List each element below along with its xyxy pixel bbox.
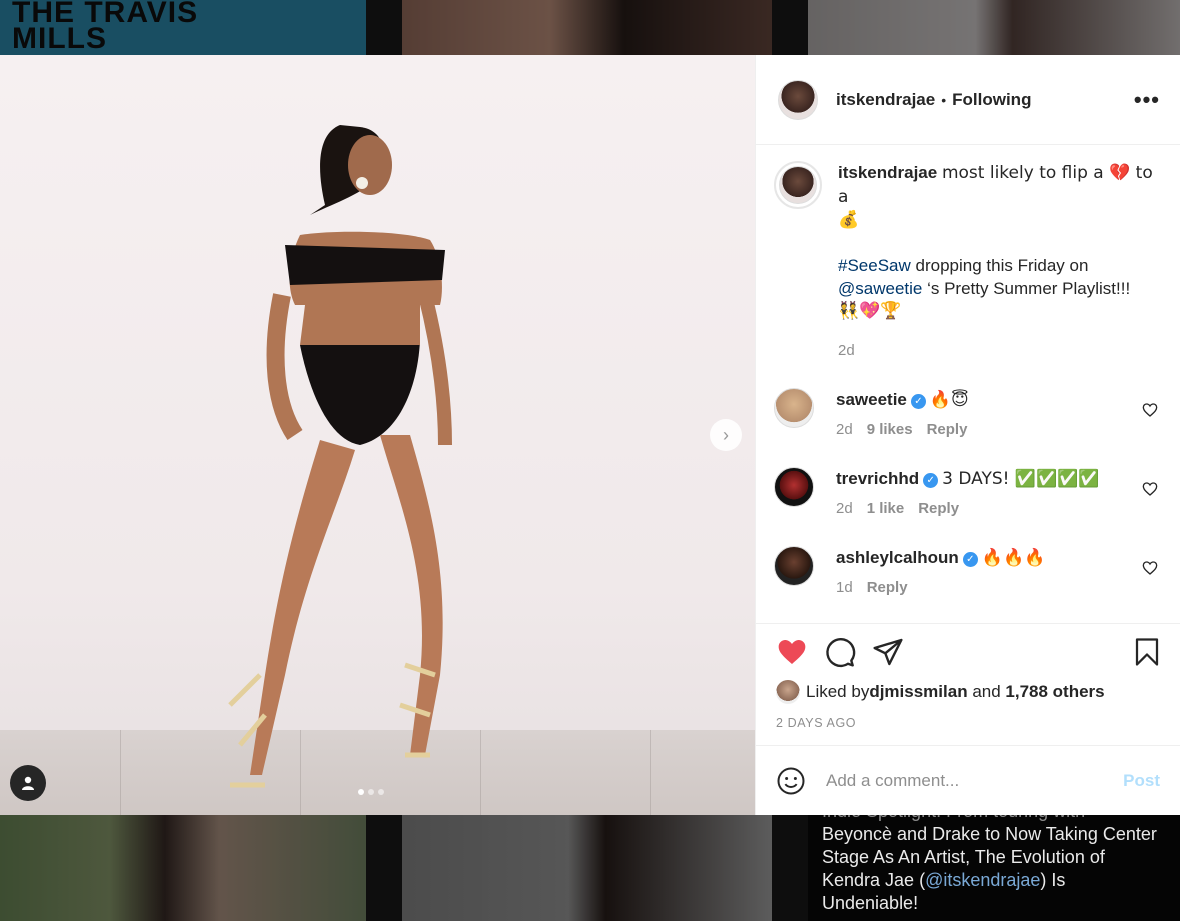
reply-button[interactable]: Reply — [918, 500, 959, 517]
comment-body: ashleylcalhoun ✓ 🔥🔥🔥 1d Reply — [836, 546, 1045, 599]
heart-icon[interactable] — [1142, 481, 1158, 497]
separator-dot: • — [941, 91, 947, 108]
comment-time[interactable]: 2d — [836, 500, 853, 517]
comment-item: ashleylcalhoun ✓ 🔥🔥🔥 1d Reply — [774, 546, 1160, 599]
comment-meta: 1d Reply — [836, 576, 1045, 599]
user-tag-button[interactable] — [10, 765, 46, 801]
caption-text: ‘s Pretty Summer Playlist!!! — [922, 279, 1131, 298]
comment-likes[interactable]: 1 like — [867, 500, 905, 517]
verified-icon: ✓ — [910, 394, 926, 409]
mention-link[interactable]: @saweetie — [838, 279, 922, 298]
post-modal: › itskendrajae • Following ••• itskendra… — [0, 55, 1180, 815]
following-button[interactable]: Following — [952, 90, 1031, 110]
comment-likes[interactable]: 9 likes — [867, 421, 913, 438]
user-tag-icon — [22, 776, 34, 790]
action-icons — [776, 636, 1162, 668]
liker-username[interactable]: djmissmilan — [869, 682, 967, 702]
comment-icon[interactable] — [824, 636, 856, 668]
emoji-icon[interactable] — [776, 766, 806, 796]
comment-time[interactable]: 2d — [836, 421, 853, 438]
likes-text: Liked by — [806, 682, 870, 701]
post-photo[interactable]: › — [0, 55, 755, 815]
author-username[interactable]: itskendrajae — [836, 90, 935, 110]
heart-icon[interactable] — [1142, 560, 1158, 576]
share-icon[interactable] — [872, 636, 904, 668]
comment-text: 3 DAYS! ✅✅✅✅ — [942, 469, 1100, 489]
add-comment-bar: Add a comment... Post — [756, 745, 1180, 815]
comment-item: saweetie ✓ 🔥😇 2d 9 likes Reply — [774, 388, 1160, 441]
comment-text: 🔥😇 — [929, 390, 969, 410]
comment-meta: 2d 9 likes Reply — [836, 418, 981, 441]
heart-icon[interactable] — [776, 636, 808, 668]
caption-text: 👯💖🏆 — [838, 301, 902, 321]
article-mention[interactable]: @itskendrajae — [925, 870, 1040, 890]
article-text: Kendra Jae ( — [822, 870, 926, 890]
caption-time[interactable]: 2d — [838, 339, 1160, 362]
article-caption: Indie Spotlight: From touring with Beyon… — [822, 800, 1172, 915]
verified-icon: ✓ — [923, 473, 939, 488]
commenter-avatar[interactable] — [774, 467, 814, 507]
reply-button[interactable]: Reply — [867, 579, 908, 596]
comment-body: trevrichhd ✓ 3 DAYS! ✅✅✅✅ 2d 1 like Reply — [836, 467, 1100, 520]
post-actions: Liked by djmissmilan and 1,788 others 2 … — [756, 623, 1180, 745]
article-text: ) Is — [1040, 870, 1066, 890]
likes-summary: Liked by djmissmilan and 1,788 others — [776, 680, 1162, 704]
liker-avatar[interactable] — [776, 680, 800, 704]
carousel-indicator — [358, 789, 384, 795]
likes-count[interactable]: 1,788 others — [1005, 682, 1104, 702]
commenter-avatar[interactable] — [774, 546, 814, 586]
article-line: Undeniable! — [822, 893, 919, 913]
carousel-dot — [358, 789, 364, 795]
next-image-button[interactable]: › — [710, 419, 742, 451]
post-timestamp[interactable]: 2 DAYS AGO — [776, 716, 1162, 730]
commenter-username[interactable]: ashleylcalhoun — [836, 548, 959, 567]
verified-icon: ✓ — [962, 552, 978, 567]
post-button[interactable]: Post — [1123, 771, 1160, 791]
comment-meta: 2d 1 like Reply — [836, 497, 1100, 520]
article-line: Beyoncè and Drake to Now Taking Center — [822, 824, 1157, 844]
post-sidebar: itskendrajae • Following ••• itskendraja… — [755, 55, 1180, 815]
reply-button[interactable]: Reply — [927, 421, 968, 438]
comment-time[interactable]: 1d — [836, 579, 853, 596]
caption-avatar-ring[interactable] — [774, 161, 822, 209]
author-avatar[interactable] — [778, 79, 818, 120]
comments-section[interactable]: itskendrajae most likely to flip a 💔 to … — [756, 145, 1180, 623]
commenter-avatar[interactable] — [774, 388, 814, 428]
caption-username[interactable]: itskendrajae — [838, 163, 937, 182]
comment-input[interactable]: Add a comment... — [826, 771, 1123, 791]
post-header: itskendrajae • Following ••• — [756, 55, 1180, 145]
carousel-dot — [378, 789, 384, 795]
hashtag-link[interactable]: #SeeSaw — [838, 256, 911, 275]
commenter-username[interactable]: saweetie — [836, 390, 907, 409]
person-figure — [228, 125, 452, 788]
commenter-username[interactable]: trevrichhd — [836, 469, 919, 488]
caption-text: dropping this Friday on — [910, 256, 1089, 275]
carousel-dot — [368, 789, 374, 795]
post-caption: itskendrajae most likely to flip a 💔 to … — [774, 161, 1160, 362]
more-options-icon[interactable]: ••• — [1134, 87, 1160, 113]
likes-text: and — [967, 682, 1006, 701]
bookmark-icon[interactable] — [1132, 636, 1162, 668]
chevron-right-icon: › — [723, 424, 729, 445]
comment-body: saweetie ✓ 🔥😇 2d 9 likes Reply — [836, 388, 981, 441]
article-line: Stage As An Artist, The Evolution of — [822, 847, 1105, 867]
article-line: Kendra Jae (@itskendrajae) Is — [822, 869, 1172, 892]
caption-text: 💰 — [838, 210, 860, 230]
comment-text: 🔥🔥🔥 — [981, 548, 1046, 568]
caption-avatar — [779, 166, 817, 204]
caption-body: itskendrajae most likely to flip a 💔 to … — [838, 161, 1160, 362]
comment-item: trevrichhd ✓ 3 DAYS! ✅✅✅✅ 2d 1 like Reply — [774, 467, 1160, 520]
heart-icon[interactable] — [1142, 402, 1158, 418]
